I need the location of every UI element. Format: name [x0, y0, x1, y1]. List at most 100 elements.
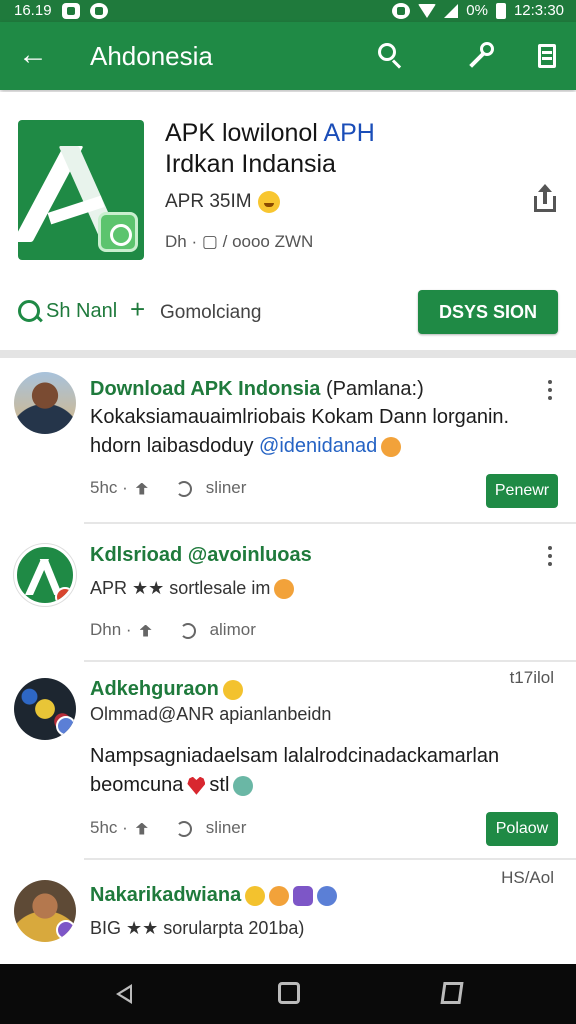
purple-emoji-icon	[293, 885, 314, 906]
post-action-button[interactable]: Polaow	[486, 812, 558, 846]
post-title-tail: Indonsia	[238, 378, 321, 400]
alarm-icon	[392, 2, 411, 19]
feed-post: Adkehguraon t17ilol Olmmad@ANR apianlanb…	[0, 664, 576, 858]
reply-label[interactable]: sliner	[206, 478, 247, 497]
post-divider	[84, 858, 576, 860]
search-icon[interactable]	[374, 40, 406, 72]
status-time-left: 16.19	[14, 2, 52, 19]
post-time-short: Dhn ·	[90, 620, 132, 639]
search-circle-icon[interactable]	[18, 300, 40, 322]
key-icon[interactable]	[466, 40, 498, 72]
post-body-line2: beomcuna	[90, 774, 184, 796]
post-body-tail: stl	[209, 774, 230, 796]
post-title-plain: (Pamlana:)	[325, 378, 424, 400]
refresh-badge-icon	[98, 212, 138, 252]
app-name-line1: APK lowilonol	[165, 119, 324, 147]
post-meta: 5hc · sliner	[90, 478, 246, 498]
post-title-text: Download APK	[90, 378, 233, 400]
app-name-highlight: APH	[323, 119, 375, 147]
app-meta-primary: APR 35IM	[165, 191, 280, 213]
like-icon[interactable]	[139, 624, 152, 637]
face-emoji-icon	[233, 775, 254, 796]
nav-back-icon[interactable]	[116, 984, 132, 1004]
reply-label[interactable]: sliner	[206, 818, 247, 837]
post-timestamp: HS/Aol	[501, 868, 554, 887]
post-divider	[84, 660, 576, 662]
app-meta-secondary: Dh · ▢ / oooo ZWN	[165, 232, 314, 251]
clap-emoji-icon	[222, 679, 243, 700]
post-time-short: 5hc ·	[90, 818, 128, 837]
app-action-row: Sh Nanl + Gomolciang DSYS SION	[0, 288, 576, 338]
wifi-icon	[418, 3, 437, 18]
reply-label[interactable]: alimor	[210, 620, 256, 639]
avatar[interactable]	[14, 544, 76, 606]
post-action-button[interactable]: Penewr	[486, 474, 558, 508]
battery-icon	[495, 2, 506, 19]
share-icon[interactable]	[534, 184, 556, 212]
post-body-line1: Kokaksiamauaimlriobais Kokam Dann lorgan…	[90, 406, 510, 428]
post-meta: Dhn · alimor	[90, 620, 256, 640]
app-header-card: APK lowilonol APH Irdkan Indansia APR 35…	[0, 92, 576, 350]
battery-percent: 0%	[466, 2, 488, 19]
mention-tag[interactable]: @idenidanad	[259, 435, 377, 457]
post-title-text: Nakarikadwiana	[90, 884, 242, 906]
hug-emoji-icon	[381, 436, 402, 457]
more-options-icon[interactable]	[546, 546, 554, 568]
post-body: Kokaksiamauaimlriobais Kokam Dann lorgan…	[90, 403, 560, 461]
post-body: Nampsagniadaelsam lalalrodcinadackamarla…	[90, 742, 560, 800]
post-subtitle: BIG ★★ sorularpta 201ba)	[90, 918, 305, 938]
feed-post: Nakarikadwiana HS/Aol BIG ★★ sorularpta …	[0, 862, 576, 964]
app-bar: ← Ahdonesia	[0, 22, 576, 90]
reply-icon[interactable]	[175, 820, 192, 837]
back-arrow-icon[interactable]: ←	[18, 40, 50, 72]
status-bar: 16.19 0% 12:3:30	[0, 0, 576, 22]
post-subtitle: APR ★★ sortlesale im	[90, 578, 295, 600]
avatar[interactable]	[14, 372, 76, 434]
post-body-line2: hdorn laibasdoduy	[90, 435, 260, 457]
post-meta: 5hc · sliner	[90, 818, 246, 838]
reply-icon[interactable]	[179, 622, 196, 639]
menu-icon[interactable]	[532, 40, 564, 72]
app-name-line2: Irdkan Indansia	[165, 150, 336, 178]
post-title[interactable]: Nakarikadwiana	[90, 884, 338, 907]
post-timestamp: t17ilol	[509, 668, 554, 687]
blue-emoji-icon	[317, 885, 338, 906]
app-bar-title: Ahdonesia	[90, 41, 213, 71]
feed-post: Download APK Indonsia (Pamlana:) Kokaksi…	[0, 360, 576, 524]
heart-emoji-icon	[187, 776, 206, 795]
like-icon[interactable]	[135, 822, 148, 835]
app-name: APK lowilonol APH Irdkan Indansia	[165, 118, 465, 180]
post-title[interactable]: Kdlsrioad @avoinluoas	[90, 544, 312, 567]
clap-emoji-icon	[245, 885, 266, 906]
post-time-short: 5hc ·	[90, 478, 128, 497]
smile-emoji-icon	[257, 191, 280, 213]
add-icon[interactable]: +	[130, 294, 145, 325]
post-divider	[84, 522, 576, 524]
reply-icon[interactable]	[175, 480, 192, 497]
nav-recent-apps-icon[interactable]	[440, 982, 464, 1004]
post-subtitle-text: APR ★★ sortlesale im	[90, 578, 271, 598]
messenger-icon	[89, 2, 108, 19]
app-logo-icon	[18, 120, 144, 260]
install-button[interactable]: DSYS SION	[418, 290, 558, 334]
feed-post: Kdlsrioad @avoinluoas APR ★★ sortlesale …	[0, 526, 576, 660]
section-divider	[0, 350, 576, 358]
gift-emoji-icon	[269, 885, 290, 906]
action-right-label[interactable]: Gomolciang	[160, 302, 261, 324]
thinking-emoji-icon	[274, 579, 295, 600]
status-clock: 12:3:30	[513, 2, 564, 19]
like-icon[interactable]	[135, 482, 148, 495]
post-title[interactable]: Adkehguraon	[90, 678, 243, 701]
post-body-line1: Nampsagniadaelsam lalalrodcinadackamarla…	[90, 745, 500, 767]
app-meta-primary-text: APR 35IM	[165, 191, 252, 213]
system-nav-bar	[0, 964, 576, 1024]
nav-home-icon[interactable]	[278, 982, 300, 1004]
post-title[interactable]: Download APK Indonsia (Pamlana:)	[90, 378, 424, 401]
avatar[interactable]	[14, 678, 76, 740]
post-subtitle: Olmmad@ANR apianlanbeidn	[90, 704, 332, 724]
more-options-icon[interactable]	[546, 380, 554, 402]
post-title-text: Adkehguraon	[90, 678, 219, 700]
avatar[interactable]	[14, 880, 76, 942]
signal-icon	[444, 3, 459, 18]
action-left-label[interactable]: Sh Nanl	[46, 300, 117, 323]
